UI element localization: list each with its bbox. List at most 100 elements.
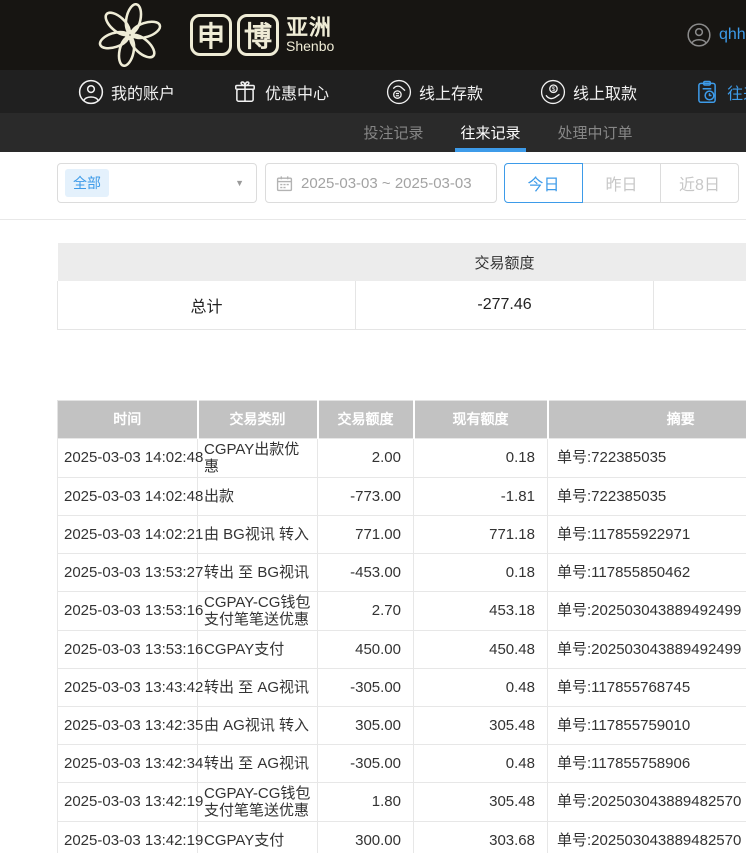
- cell-balance: 453.18: [414, 591, 548, 630]
- table-row: 2025-03-03 13:53:27 转出 至 BG视讯 -453.00 0.…: [58, 553, 746, 591]
- tab-transaction-records[interactable]: 往来记录: [457, 113, 523, 152]
- cell-time: 2025-03-03 13:42:19: [58, 821, 198, 853]
- summary-header-empty: [58, 243, 356, 281]
- records-header-row: 时间 交易类别 交易额度 现有额度 摘要: [58, 400, 746, 438]
- logo-char-bo: 博: [237, 14, 279, 56]
- chevron-down-icon: ▼: [235, 178, 244, 188]
- table-row: 2025-03-03 13:42:35 由 AG视讯 转入 305.00 305…: [58, 706, 746, 744]
- tab-betting-records[interactable]: 投注记录: [360, 113, 426, 152]
- cell-time: 2025-03-03 13:42:35: [58, 706, 198, 744]
- nav-label: 我的账户: [111, 80, 175, 104]
- gift-icon: [232, 79, 258, 105]
- nav-label: 往来记录: [727, 80, 746, 104]
- cell-balance: 450.48: [414, 630, 548, 668]
- cell-amount: 771.00: [318, 515, 414, 553]
- cell-balance: 303.68: [414, 821, 548, 853]
- cell-memo: 单号:117855759010: [548, 706, 746, 744]
- summary-total-row: 总计 -277.46: [58, 281, 746, 329]
- user-account[interactable]: qhh: [686, 0, 746, 70]
- username[interactable]: qhh: [719, 26, 746, 44]
- cell-memo: 单号:117855758906: [548, 744, 746, 782]
- cell-amount: -773.00: [318, 477, 414, 515]
- flower-logo-icon: [84, 3, 176, 67]
- nav-label: 线上取款: [573, 80, 637, 104]
- summary-header-empty2: [654, 243, 746, 281]
- table-row: 2025-03-03 13:42:19 CGPAY支付 300.00 303.6…: [58, 821, 746, 853]
- tab-pending-orders[interactable]: 处理中订单: [555, 113, 636, 152]
- cell-balance: 0.48: [414, 668, 548, 706]
- cell-type: CGPAY-CG钱包支付笔笔送优惠: [198, 591, 318, 630]
- calendar-icon: [276, 175, 293, 192]
- cell-type: 由 AG视讯 转入: [198, 706, 318, 744]
- nav-item-transaction-records[interactable]: 往来记录: [694, 79, 746, 105]
- yesterday-button[interactable]: 昨日: [582, 163, 661, 203]
- nav-item-my-account[interactable]: 我的账户: [78, 79, 175, 105]
- type-select-value: 全部: [65, 169, 109, 197]
- nav-item-deposit[interactable]: 线上存款: [386, 79, 483, 105]
- site-logo[interactable]: 申 博 亚洲 Shenbo: [84, 3, 334, 67]
- sub-navigation: 投注记录 往来记录 处理中订单: [0, 113, 746, 152]
- cell-amount: -453.00: [318, 553, 414, 591]
- records-body: 2025-03-03 14:02:48 CGPAY出款优惠 2.00 0.18 …: [58, 438, 746, 853]
- cell-memo: 单号:117855768745: [548, 668, 746, 706]
- cell-amount: 2.00: [318, 438, 414, 477]
- summary-table: 交易额度 总计 -277.46: [57, 243, 746, 330]
- cell-balance: 0.18: [414, 553, 548, 591]
- table-row: 2025-03-03 13:53:16 CGPAY支付 450.00 450.4…: [58, 630, 746, 668]
- nav-label: 优惠中心: [265, 80, 329, 104]
- cell-balance: 0.18: [414, 438, 548, 477]
- summary-total-value: -277.46: [356, 281, 654, 329]
- summary-total-extra: [654, 281, 746, 329]
- quick-date-buttons: 今日 昨日 近8日: [504, 163, 739, 203]
- cell-time: 2025-03-03 14:02:21: [58, 515, 198, 553]
- cell-type: CGPAY-CG钱包支付笔笔送优惠: [198, 782, 318, 821]
- table-row: 2025-03-03 13:42:19 CGPAY-CG钱包支付笔笔送优惠 1.…: [58, 782, 746, 821]
- cell-time: 2025-03-03 13:53:16: [58, 630, 198, 668]
- table-row: 2025-03-03 14:02:21 由 BG视讯 转入 771.00 771…: [58, 515, 746, 553]
- cell-amount: 450.00: [318, 630, 414, 668]
- records-table: 时间 交易类别 交易额度 现有额度 摘要 2025-03-03 14:02:48…: [57, 400, 746, 853]
- cell-amount: -305.00: [318, 668, 414, 706]
- cell-type: 转出 至 AG视讯: [198, 668, 318, 706]
- col-header-balance: 现有额度: [414, 400, 548, 438]
- svg-text:$: $: [552, 86, 556, 93]
- cell-amount: -305.00: [318, 744, 414, 782]
- cell-memo: 单号:202503043889492499: [548, 591, 746, 630]
- today-button[interactable]: 今日: [504, 163, 583, 203]
- records-section: 时间 交易类别 交易额度 现有额度 摘要 2025-03-03 14:02:48…: [57, 400, 746, 853]
- cell-balance: 305.48: [414, 706, 548, 744]
- table-row: 2025-03-03 13:53:16 CGPAY-CG钱包支付笔笔送优惠 2.…: [58, 591, 746, 630]
- logo-brand-text: Shenbo: [286, 39, 334, 54]
- cell-amount: 2.70: [318, 591, 414, 630]
- last-8-days-button[interactable]: 近8日: [660, 163, 739, 203]
- cell-balance: 0.48: [414, 744, 548, 782]
- cell-memo: 单号:722385035: [548, 477, 746, 515]
- cell-type: CGPAY支付: [198, 630, 318, 668]
- cell-memo: 单号:722385035: [548, 438, 746, 477]
- top-bar: 申 博 亚洲 Shenbo qhh: [0, 0, 746, 70]
- type-select[interactable]: 全部 ▼: [57, 163, 257, 203]
- summary-header-amount: 交易额度: [356, 243, 654, 281]
- filter-bar: 全部 ▼ 2025-03-03 ~ 2025-03-03 今日 昨日 近8日: [0, 152, 746, 220]
- cell-memo: 单号:202503043889482570: [548, 821, 746, 853]
- nav-item-withdraw[interactable]: $ 线上取款: [540, 79, 637, 105]
- summary-section: 交易额度 总计 -277.46: [57, 243, 746, 330]
- cell-amount: 300.00: [318, 821, 414, 853]
- cell-time: 2025-03-03 13:42:19: [58, 782, 198, 821]
- cell-balance: 771.18: [414, 515, 548, 553]
- date-range-input[interactable]: 2025-03-03 ~ 2025-03-03: [265, 163, 497, 203]
- records-icon: [694, 79, 720, 105]
- cell-type: 转出 至 AG视讯: [198, 744, 318, 782]
- cell-balance: 305.48: [414, 782, 548, 821]
- col-header-amount: 交易额度: [318, 400, 414, 438]
- cell-time: 2025-03-03 14:02:48: [58, 438, 198, 477]
- user-avatar-icon: [686, 22, 712, 48]
- nav-item-promotions[interactable]: 优惠中心: [232, 79, 329, 105]
- cell-balance: -1.81: [414, 477, 548, 515]
- nav-label: 线上存款: [419, 80, 483, 104]
- logo-region-text: 亚洲: [286, 16, 334, 39]
- table-row: 2025-03-03 13:42:34 转出 至 AG视讯 -305.00 0.…: [58, 744, 746, 782]
- cell-memo: 单号:202503043889492499: [548, 630, 746, 668]
- table-row: 2025-03-03 14:02:48 出款 -773.00 -1.81 单号:…: [58, 477, 746, 515]
- logo-char-shen: 申: [190, 14, 232, 56]
